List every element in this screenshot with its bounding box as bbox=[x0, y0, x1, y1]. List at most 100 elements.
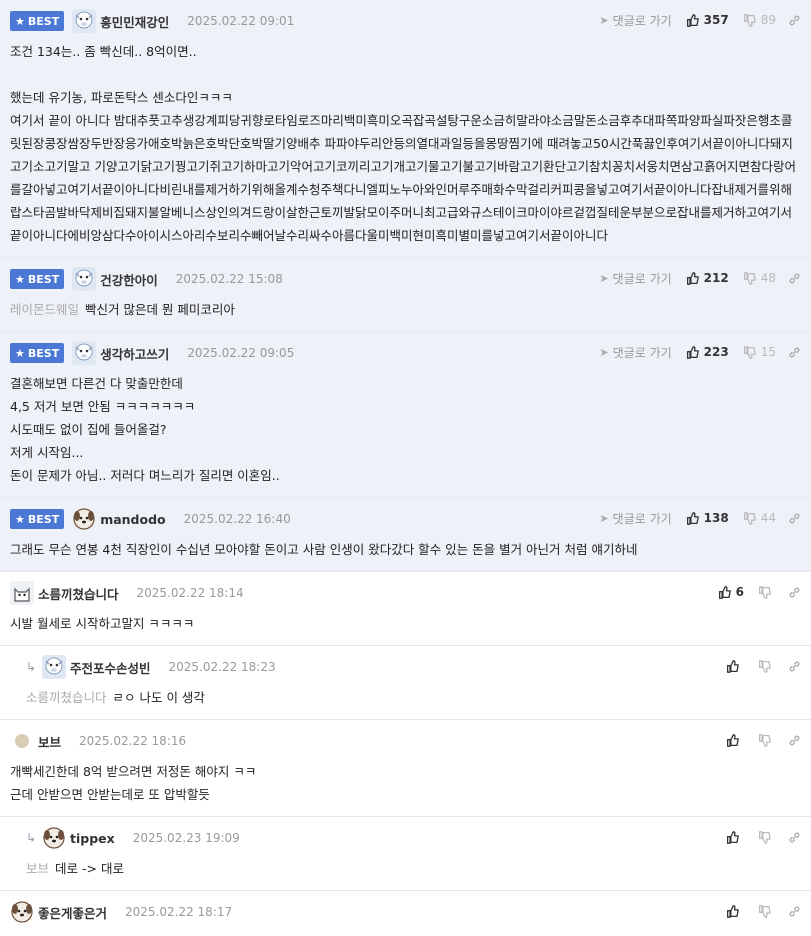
like-count: 212 bbox=[703, 271, 729, 285]
mention-nickname[interactable]: 보브 bbox=[26, 861, 49, 876]
nickname[interactable]: 좋은게좋은거 bbox=[38, 903, 107, 922]
like-button[interactable]: 138 bbox=[686, 511, 729, 525]
comment-actions: ➤ 댓글로 가기 212 48 bbox=[599, 268, 801, 288]
nickname[interactable]: 주전포수손성빈 bbox=[70, 658, 151, 677]
go-to-reply-link[interactable]: ➤ 댓글로 가기 bbox=[599, 510, 671, 527]
like-button[interactable] bbox=[726, 904, 744, 918]
comment-actions: ➤ 댓글로 가기 138 44 bbox=[599, 508, 801, 528]
link-icon bbox=[789, 735, 800, 745]
comment-text: 데로 -> 대로 bbox=[55, 861, 124, 876]
thumbs-down-icon bbox=[743, 271, 756, 285]
link-icon bbox=[789, 15, 800, 25]
best-label: BEST bbox=[27, 346, 60, 360]
nickname[interactable]: 흥민민재강인 bbox=[100, 12, 169, 31]
share-button[interactable] bbox=[788, 831, 801, 844]
star-icon: ★ bbox=[15, 272, 25, 286]
nickname[interactable]: tippex bbox=[70, 831, 115, 846]
dislike-button[interactable] bbox=[758, 585, 776, 599]
share-button[interactable] bbox=[788, 346, 801, 359]
dislike-button[interactable]: 89 bbox=[743, 13, 776, 27]
thumbs-up-icon bbox=[686, 271, 699, 285]
thumbs-down-icon bbox=[758, 830, 771, 844]
nickname[interactable]: 생각하고쓰기 bbox=[100, 344, 169, 363]
avatar[interactable] bbox=[72, 507, 96, 531]
dislike-button[interactable] bbox=[758, 904, 776, 918]
nickname[interactable]: 소름끼쳤습니다 bbox=[38, 584, 119, 603]
mention-nickname[interactable]: 소름끼쳤습니다 bbox=[26, 690, 107, 705]
share-button[interactable] bbox=[788, 272, 801, 285]
dislike-button[interactable]: 48 bbox=[743, 271, 776, 285]
share-button[interactable] bbox=[788, 734, 801, 747]
avatar[interactable] bbox=[42, 655, 66, 679]
thumbs-up-icon bbox=[686, 13, 699, 27]
thumbs-up-icon bbox=[726, 659, 739, 673]
comment-date: 2025.02.22 18:17 bbox=[125, 905, 233, 919]
share-button[interactable] bbox=[788, 14, 801, 27]
comment-body: 그래도 무슨 연봉 4천 직장인이 수십년 모아야할 돈이고 사람 인생이 왔다… bbox=[10, 538, 799, 561]
share-button[interactable] bbox=[788, 512, 801, 525]
link-icon bbox=[789, 347, 800, 357]
go-to-reply-link[interactable]: ➤ 댓글로 가기 bbox=[599, 12, 671, 29]
go-to-reply-label: 댓글로 가기 bbox=[612, 345, 672, 360]
arrow-icon: ➤ bbox=[599, 271, 609, 285]
avatar[interactable] bbox=[10, 729, 34, 753]
thumbs-down-icon bbox=[758, 585, 771, 599]
avatar[interactable] bbox=[72, 9, 97, 33]
comment-text: 시발 월세로 시작하고말지 ㅋㅋㅋㅋ bbox=[10, 616, 195, 631]
go-to-reply-label: 댓글로 가기 bbox=[612, 271, 672, 286]
dislike-button[interactable]: 15 bbox=[743, 345, 776, 359]
thumbs-up-icon bbox=[726, 733, 739, 747]
comment-body: 조건 134는.. 좀 빡신데.. 8억이면.. 했는데 유기농, 파로돈탁스 … bbox=[10, 40, 799, 247]
mention-nickname[interactable]: 레이몬드웨일 bbox=[10, 302, 79, 317]
share-button[interactable] bbox=[788, 905, 801, 918]
arrow-icon: ➤ bbox=[599, 13, 609, 27]
dislike-button[interactable] bbox=[758, 733, 776, 747]
dislike-button[interactable]: 44 bbox=[743, 511, 776, 525]
comment-header: 보브 2025.02.22 18:16 bbox=[10, 730, 799, 752]
like-button[interactable]: 223 bbox=[686, 345, 729, 359]
arrow-icon: ➤ bbox=[599, 345, 609, 359]
thumbs-down-icon bbox=[743, 345, 756, 359]
like-button[interactable]: 357 bbox=[686, 13, 729, 27]
best-badge: ★ BEST bbox=[10, 11, 65, 31]
avatar[interactable] bbox=[72, 267, 97, 291]
share-button[interactable] bbox=[788, 660, 801, 673]
reply-arrow-icon: ↳ bbox=[26, 831, 37, 845]
sheep-avatar-icon bbox=[72, 267, 97, 291]
comment-item: ↳ tippex 2025.02.23 19:09 보브 데로 -> 대로 bbox=[0, 817, 811, 891]
go-to-reply-label: 댓글로 가기 bbox=[612, 511, 672, 526]
nickname[interactable]: 건강한아이 bbox=[100, 270, 158, 289]
nickname[interactable]: 보브 bbox=[38, 732, 61, 751]
avatar[interactable] bbox=[72, 341, 97, 365]
nickname[interactable]: mandodo bbox=[100, 512, 165, 527]
like-button[interactable] bbox=[726, 659, 744, 673]
thumbs-up-icon bbox=[686, 511, 699, 525]
comment-item: ★ BEST 생각하고쓰기 2025.02.22 09:05 ➤ 댓글로 가기 22… bbox=[0, 332, 811, 498]
like-count: 6 bbox=[735, 585, 744, 599]
go-to-reply-link[interactable]: ➤ 댓글로 가기 bbox=[599, 344, 671, 361]
share-button[interactable] bbox=[788, 586, 801, 599]
thumbs-down-icon bbox=[758, 904, 771, 918]
comment-text: ㄹㅇ 나도 이 생각 bbox=[112, 690, 205, 705]
link-icon bbox=[789, 832, 800, 842]
comment-text: 결혼해보면 다른건 다 맞출만한데 4,5 저거 보면 안됨 ㅋㅋㅋㅋㅋㅋㅋ 시… bbox=[10, 376, 280, 483]
avatar[interactable] bbox=[42, 826, 66, 850]
comment-date: 2025.02.22 09:01 bbox=[187, 14, 295, 28]
link-icon bbox=[789, 273, 800, 283]
thumbs-down-icon bbox=[743, 13, 756, 27]
avatar[interactable] bbox=[10, 900, 34, 924]
dislike-button[interactable] bbox=[758, 659, 776, 673]
go-to-reply-link[interactable]: ➤ 댓글로 가기 bbox=[599, 270, 671, 287]
like-button[interactable]: 212 bbox=[686, 271, 729, 285]
thumbs-up-icon bbox=[686, 345, 699, 359]
link-icon bbox=[789, 587, 800, 597]
like-button[interactable]: 6 bbox=[718, 585, 744, 599]
like-button[interactable] bbox=[726, 733, 744, 747]
dislike-button[interactable] bbox=[758, 830, 776, 844]
avatar[interactable] bbox=[10, 581, 34, 605]
link-icon bbox=[789, 513, 800, 523]
like-button[interactable] bbox=[726, 830, 744, 844]
comment-item: ↳ 주전포수손성빈 2025.02.22 18:23 소름끼쳤습니다 ㄹㅇ 나도 … bbox=[0, 646, 811, 720]
comment-body: 개빡세긴한데 8억 받으려면 저정돈 해야지 ㅋㅋ 근데 안받으면 안받는데로 … bbox=[10, 760, 799, 806]
comment-body: 보브 데로 -> 대로 bbox=[26, 857, 799, 880]
